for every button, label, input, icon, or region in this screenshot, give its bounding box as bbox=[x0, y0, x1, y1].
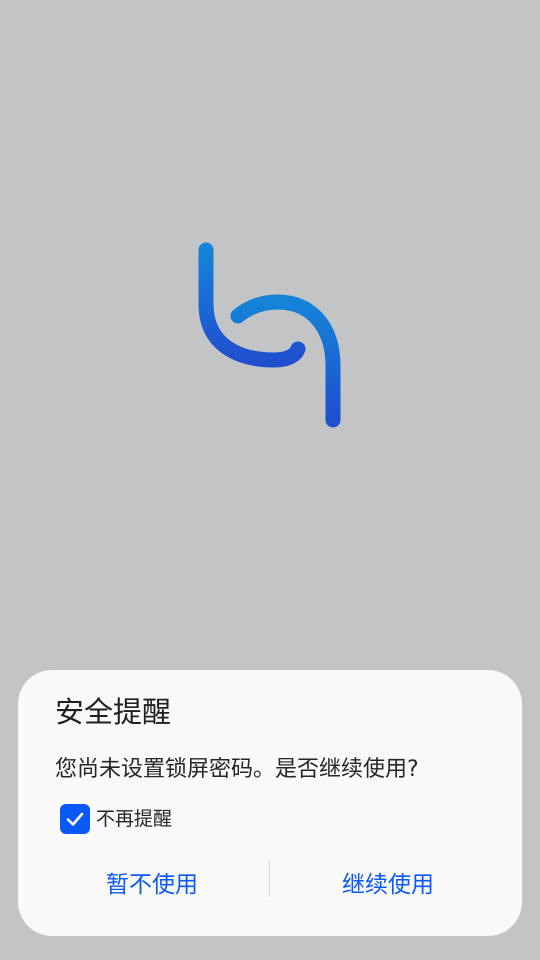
checkbox-label: 不再提醒 bbox=[96, 808, 173, 830]
continue-button[interactable]: 继续使用 bbox=[270, 860, 506, 904]
dont-remind-checkbox[interactable]: 不再提醒 bbox=[60, 804, 172, 834]
checkmark-icon bbox=[66, 812, 84, 826]
cancel-button[interactable]: 暂不使用 bbox=[34, 860, 270, 904]
dialog-title: 安全提醒 bbox=[55, 695, 172, 729]
dialog-message: 您尚未设置锁屏密码。是否继续使用? bbox=[55, 757, 419, 782]
harmony-h-logo-icon bbox=[198, 242, 341, 428]
checkbox-checked-icon[interactable] bbox=[60, 804, 90, 834]
security-reminder-dialog: 安全提醒 您尚未设置锁屏密码。是否继续使用? 不再提醒 暂不使用 继续使用 bbox=[18, 670, 522, 936]
